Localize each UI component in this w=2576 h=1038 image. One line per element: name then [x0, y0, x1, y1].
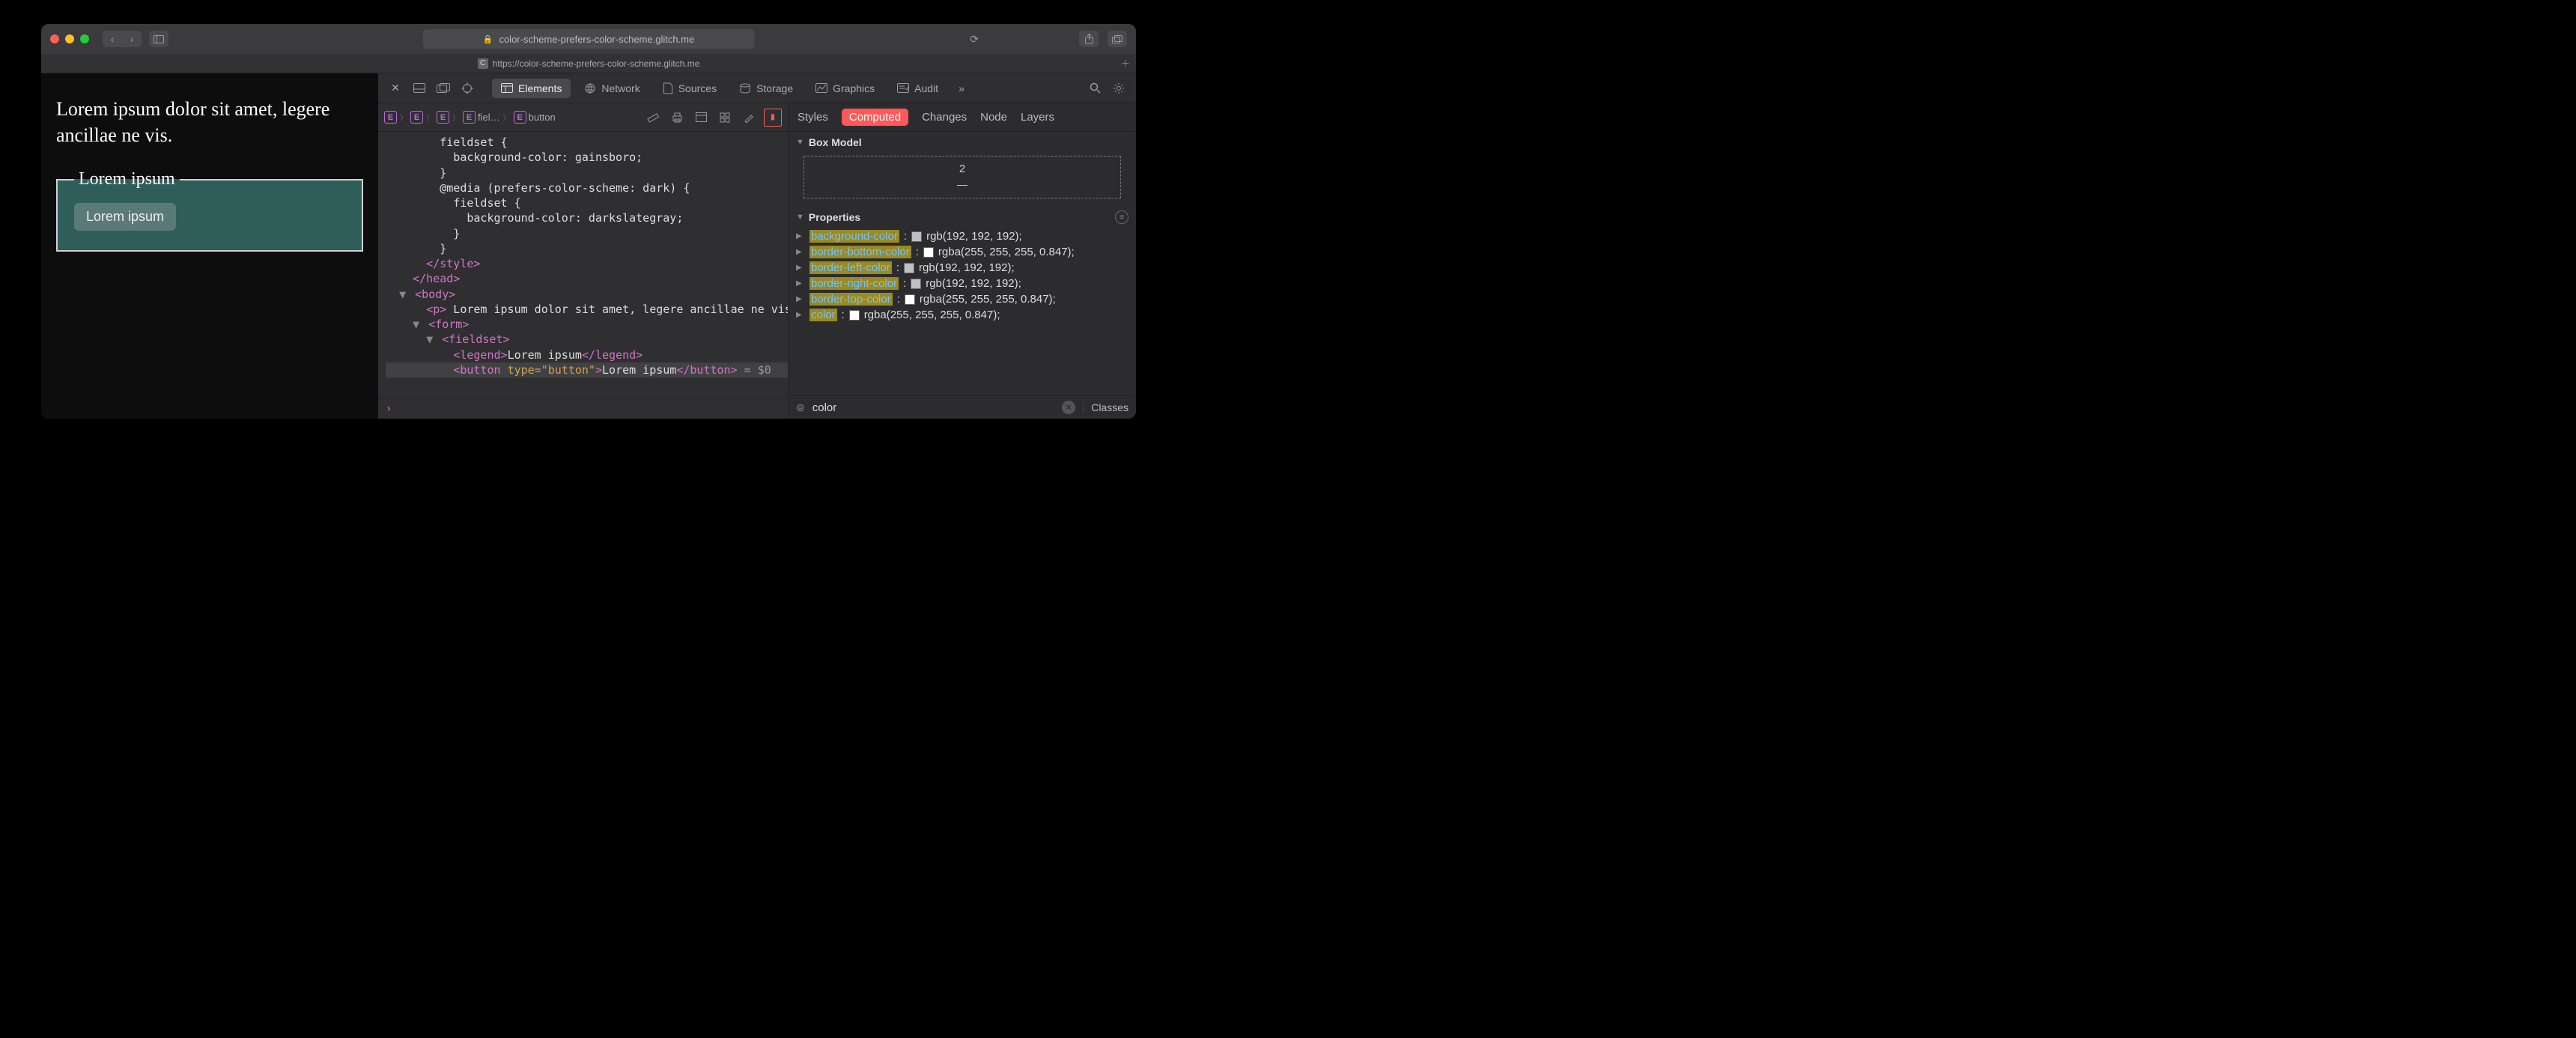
tab-audit[interactable]: Audit [888, 79, 947, 98]
close-inspector-button[interactable]: ✕ [386, 79, 405, 98]
classes-button[interactable]: Classes [1083, 401, 1128, 413]
box-model-header[interactable]: ▼ Box Model [789, 132, 1136, 153]
right-panel-tabs: Styles Computed Changes Node Layers [789, 103, 1136, 132]
zoom-window-button[interactable] [80, 34, 89, 43]
crumb-2[interactable]: E [437, 111, 449, 124]
property-row[interactable]: ▶color:rgba(255, 255, 255, 0.847); [796, 307, 1128, 323]
highlight-toggle[interactable]: ▮ [764, 109, 782, 127]
rtab-layers[interactable]: Layers [1021, 111, 1054, 124]
audit-icon [897, 83, 909, 94]
elements-panel: E 〉 E 〉 E 〉 Efiel… 〉 Ebutton [378, 103, 789, 419]
filter-input[interactable] [812, 401, 1054, 414]
console-prompt[interactable]: › [378, 398, 788, 419]
property-row[interactable]: ▶border-top-color:rgba(255, 255, 255, 0.… [796, 291, 1128, 307]
crumb-4[interactable]: Ebutton [514, 111, 556, 124]
rtab-changes[interactable]: Changes [922, 111, 967, 124]
reload-button[interactable]: ⟳ [970, 33, 979, 46]
page-button[interactable]: Lorem ipsum [74, 203, 176, 231]
minimize-window-button[interactable] [65, 34, 74, 43]
page-paragraph: Lorem ipsum dolor sit amet, legere ancil… [56, 96, 363, 148]
tab-title[interactable]: https://color-scheme-prefers-color-schem… [493, 58, 700, 69]
tab-network[interactable]: Network [575, 79, 648, 98]
search-button[interactable] [1085, 79, 1105, 98]
box-model-diagram[interactable]: 2 — [804, 156, 1121, 198]
page-legend: Lorem ipsum [74, 169, 180, 189]
inspect-element-button[interactable] [458, 79, 477, 98]
tab-favicon: C [478, 58, 488, 69]
tabs-overview-button[interactable] [1108, 31, 1127, 47]
crumb-3[interactable]: Efiel… [463, 111, 500, 124]
inspector-toolbar: ✕ Elements Network Sources [378, 73, 1136, 103]
web-inspector: ✕ Elements Network Sources [378, 73, 1136, 419]
property-row[interactable]: ▶border-right-color:rgb(192, 192, 192); [796, 276, 1128, 291]
dock-side-button[interactable] [434, 79, 453, 98]
crumb-1[interactable]: E [410, 111, 423, 124]
address-bar[interactable]: 🔒 color-scheme-prefers-color-scheme.glit… [423, 29, 755, 49]
computed-panel: ▼ Box Model 2 — ▼ Properties ≡ ▶backgro [789, 132, 1136, 395]
filter-icon[interactable]: ≡ [1115, 210, 1128, 224]
graphics-icon [815, 83, 827, 93]
share-button[interactable] [1079, 31, 1099, 47]
dock-bottom-button[interactable] [410, 79, 429, 98]
page-form: Lorem ipsum Lorem ipsum [56, 169, 363, 252]
property-row[interactable]: ▶background-color:rgb(192, 192, 192); [796, 228, 1128, 244]
url-text: color-scheme-prefers-color-scheme.glitch… [499, 34, 694, 45]
settings-button[interactable] [1109, 79, 1128, 98]
tab-elements[interactable]: Elements [492, 79, 571, 98]
back-button[interactable]: ‹ [103, 31, 122, 47]
nav-buttons: ‹ › [103, 31, 142, 47]
properties-list: ▶background-color:rgb(192, 192, 192);▶bo… [789, 228, 1136, 323]
filter-bar: ⊜ ✕ Classes [789, 395, 1136, 419]
safari-window: ‹ › 🔒 color-scheme-prefers-color-scheme.… [41, 24, 1136, 419]
storage-icon [739, 83, 751, 94]
close-window-button[interactable] [50, 34, 59, 43]
brush-icon[interactable] [740, 109, 758, 127]
tab-storage[interactable]: Storage [730, 79, 802, 98]
new-tab-button[interactable]: ＋ [1121, 57, 1130, 70]
layout-icon[interactable] [692, 109, 710, 127]
lock-icon: 🔒 [483, 34, 493, 44]
titlebar: ‹ › 🔒 color-scheme-prefers-color-scheme.… [41, 24, 1136, 54]
sidebar-toggle-button[interactable] [149, 31, 168, 47]
titlebar-right [1079, 31, 1127, 47]
content-split: Lorem ipsum dolor sit amet, legere ancil… [41, 73, 1136, 419]
property-row[interactable]: ▶border-left-color:rgb(192, 192, 192); [796, 260, 1128, 276]
property-row[interactable]: ▶border-bottom-color:rgba(255, 255, 255,… [796, 244, 1128, 260]
tab-sources[interactable]: Sources [654, 79, 726, 98]
grid-icon[interactable] [716, 109, 734, 127]
forward-button[interactable]: › [122, 31, 142, 47]
rtab-node[interactable]: Node [980, 111, 1007, 124]
traffic-lights [50, 34, 89, 43]
elements-icon [501, 83, 513, 93]
sources-icon [663, 82, 673, 94]
clear-filter-button[interactable]: ✕ [1062, 401, 1075, 414]
dom-breadcrumbs: E 〉 E 〉 E 〉 Efiel… 〉 Ebutton [378, 103, 788, 132]
styles-sidebar: Styles Computed Changes Node Layers ▼ Bo… [789, 103, 1136, 419]
tabs-overflow-button[interactable]: » [952, 79, 971, 98]
ruler-icon[interactable] [644, 109, 662, 127]
print-icon[interactable] [668, 109, 686, 127]
dom-tree[interactable]: fieldset { background-color: gainsboro; … [378, 132, 788, 398]
properties-header[interactable]: ▼ Properties ≡ [789, 206, 1136, 228]
tab-graphics[interactable]: Graphics [806, 79, 884, 98]
page-fieldset: Lorem ipsum Lorem ipsum [56, 169, 363, 252]
network-icon [584, 82, 596, 94]
rtab-computed[interactable]: Computed [842, 109, 908, 126]
browser-tabbar: C https://color-scheme-prefers-color-sch… [41, 54, 1136, 73]
rtab-styles[interactable]: Styles [798, 111, 828, 124]
inspector-main: E 〉 E 〉 E 〉 Efiel… 〉 Ebutton [378, 103, 1136, 419]
rendered-page: Lorem ipsum dolor sit amet, legere ancil… [41, 73, 378, 419]
crumb-0[interactable]: E [384, 111, 397, 124]
filter-funnel-icon: ⊜ [796, 401, 805, 414]
